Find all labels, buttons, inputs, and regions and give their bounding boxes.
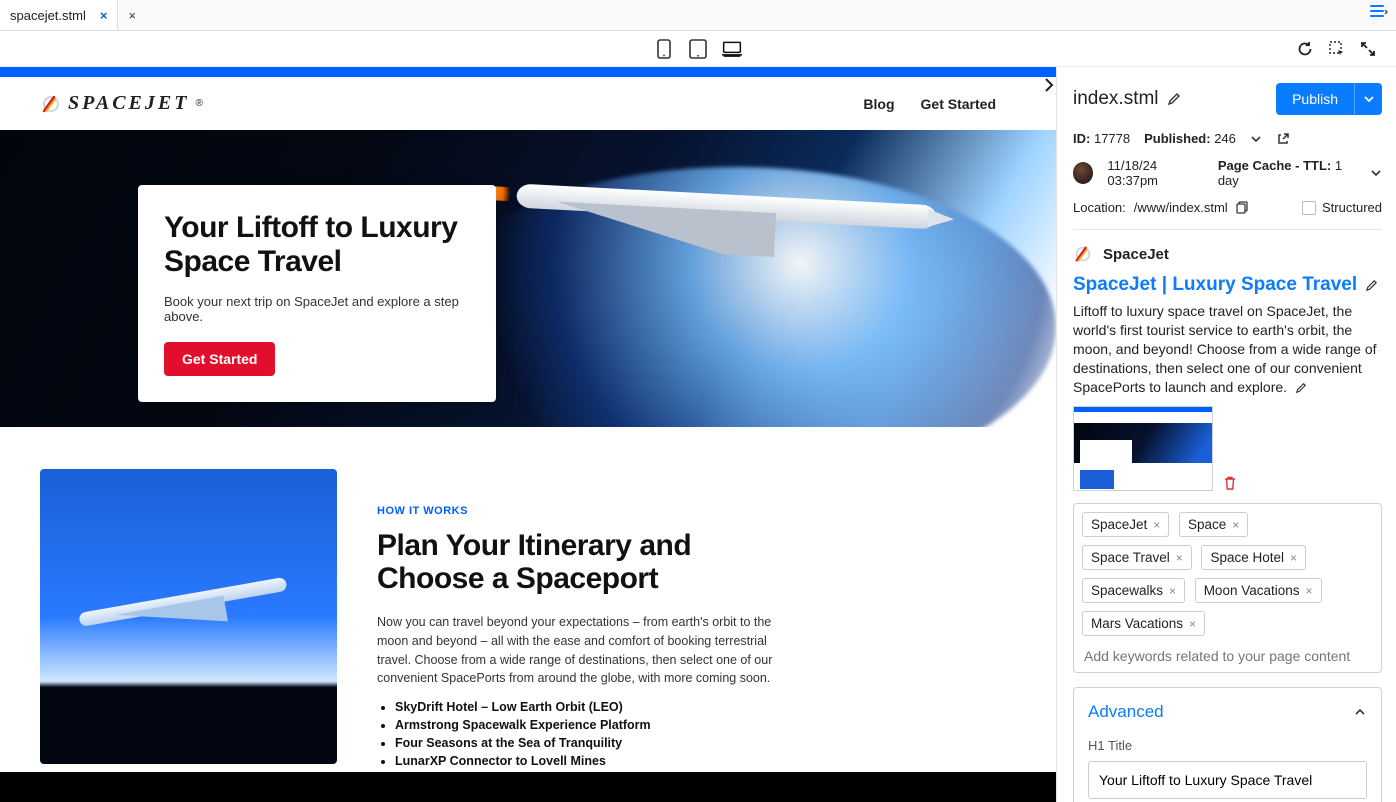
cache-label: Page Cache - TTL:	[1218, 158, 1331, 173]
refresh-icon[interactable]	[1296, 40, 1314, 58]
location-label: Location:	[1073, 200, 1126, 215]
tab-spacejet[interactable]: spacejet.stml ×	[0, 0, 118, 30]
chevron-down-icon[interactable]	[1250, 133, 1262, 145]
preview-toolbar	[0, 31, 1396, 67]
tag: Spacewalks×	[1082, 578, 1185, 603]
remove-tag-icon[interactable]: ×	[1153, 518, 1160, 532]
edit-icon[interactable]	[1295, 382, 1307, 394]
external-link-icon[interactable]	[1276, 132, 1290, 146]
remove-tag-icon[interactable]: ×	[1232, 518, 1239, 532]
chevron-down-icon[interactable]	[1354, 83, 1382, 115]
list-item: SkyDrift Hotel – Low Earth Orbit (LEO)	[395, 700, 797, 714]
nav-blog[interactable]: Blog	[863, 96, 894, 112]
section-illustration	[40, 469, 337, 764]
advanced-section: Advanced H1 Title Page Description	[1073, 687, 1382, 802]
tab-label: spacejet.stml	[10, 8, 86, 23]
tab-bar: spacejet.stml × ×	[0, 0, 1396, 31]
hero-card: Your Liftoff to Luxury Space Travel Book…	[138, 185, 496, 402]
site-nav: Blog Get Started	[863, 96, 996, 112]
remove-tag-icon[interactable]: ×	[1306, 584, 1313, 598]
publish-button[interactable]: Publish	[1276, 83, 1382, 115]
desktop-icon[interactable]	[722, 39, 742, 59]
section-body: Now you can travel beyond your expectati…	[377, 613, 797, 688]
remove-tag-icon[interactable]: ×	[1169, 584, 1176, 598]
edit-icon[interactable]	[1167, 92, 1181, 106]
site-preview: SPACEJET® Blog Get Started Your Liftoff …	[0, 67, 1056, 802]
edit-icon[interactable]	[1365, 279, 1378, 292]
divider	[1073, 229, 1382, 230]
structured-checkbox[interactable]	[1302, 201, 1316, 215]
menu-icon[interactable]	[1370, 4, 1388, 18]
panel-filename: index.stml	[1073, 88, 1181, 110]
logo-text: SPACEJET	[68, 92, 189, 115]
trash-icon[interactable]	[1223, 476, 1237, 491]
list-item: Armstrong Spacewalk Experience Platform	[395, 718, 797, 732]
remove-tag-icon[interactable]: ×	[1290, 551, 1297, 565]
seo-description: Liftoff to luxury space travel on SpaceJ…	[1073, 303, 1377, 395]
tag: Space Hotel×	[1201, 545, 1306, 570]
section-heading: Plan Your Itinerary and Choose a Spacepo…	[377, 529, 797, 595]
list-item: LunarXP Connector to Lovell Mines	[395, 754, 797, 768]
remove-tag-icon[interactable]: ×	[1176, 551, 1183, 565]
remove-tag-icon[interactable]: ×	[1189, 617, 1196, 631]
close-icon[interactable]: ×	[100, 8, 108, 23]
published-label: Published:	[1144, 131, 1210, 146]
list-item: Four Seasons at the Sea of Tranquility	[395, 736, 797, 750]
id-label: ID:	[1073, 131, 1090, 146]
site-header: SPACEJET® Blog Get Started	[0, 77, 1056, 130]
tag: SpaceJet×	[1082, 512, 1169, 537]
hero-section: Your Liftoff to Luxury Space Travel Book…	[0, 130, 1056, 427]
h1-input[interactable]	[1088, 761, 1367, 799]
hero-title: Your Liftoff to Luxury Space Travel	[164, 211, 470, 278]
destination-list: SkyDrift Hotel – Low Earth Orbit (LEO) A…	[377, 700, 797, 768]
page-thumbnail[interactable]	[1073, 406, 1213, 491]
brand-icon	[1073, 244, 1093, 264]
tags-field[interactable]: SpaceJet× Space× Space Travel× Space Hot…	[1073, 503, 1382, 673]
id-value: 17778	[1094, 131, 1130, 146]
add-tab-button[interactable]: ×	[118, 8, 146, 23]
chevron-down-icon[interactable]	[1370, 167, 1382, 179]
brand-strip	[0, 67, 1056, 77]
tablet-icon[interactable]	[688, 39, 708, 59]
location-value: /www/index.stml	[1134, 200, 1228, 215]
nav-get-started[interactable]: Get Started	[921, 96, 996, 112]
published-value: 246	[1214, 131, 1236, 146]
section-eyebrow: HOW IT WORKS	[377, 505, 797, 517]
site-logo[interactable]: SPACEJET®	[40, 92, 203, 115]
selection-icon[interactable]	[1328, 40, 1346, 58]
chevron-right-icon[interactable]	[1056, 77, 1057, 93]
seo-title: SpaceJet | Luxury Space Travel	[1073, 274, 1357, 296]
hero-subtitle: Book your next trip on SpaceJet and expl…	[164, 294, 470, 324]
tag: Space×	[1179, 512, 1248, 537]
copy-icon[interactable]	[1236, 201, 1249, 214]
advanced-toggle[interactable]: Advanced	[1088, 702, 1367, 722]
how-it-works-section: HOW IT WORKS Plan Your Itinerary and Cho…	[0, 427, 1056, 772]
hero-cta-button[interactable]: Get Started	[164, 342, 275, 376]
chevron-up-icon	[1353, 705, 1367, 719]
tag-input[interactable]	[1082, 644, 1373, 668]
structured-label: Structured	[1322, 200, 1382, 215]
logo-icon	[40, 93, 62, 115]
tag: Moon Vacations×	[1195, 578, 1322, 603]
avatar[interactable]	[1073, 162, 1093, 184]
tag: Mars Vacations×	[1082, 611, 1205, 636]
tag: Space Travel×	[1082, 545, 1192, 570]
h1-label: H1 Title	[1088, 738, 1367, 753]
properties-panel: index.stml Publish ID: 17778 Published: …	[1056, 67, 1396, 802]
timestamp: 11/18/24 03:37pm	[1107, 158, 1203, 188]
phone-icon[interactable]	[654, 39, 674, 59]
expand-icon[interactable]	[1360, 41, 1376, 57]
brand-name: SpaceJet	[1103, 246, 1169, 263]
